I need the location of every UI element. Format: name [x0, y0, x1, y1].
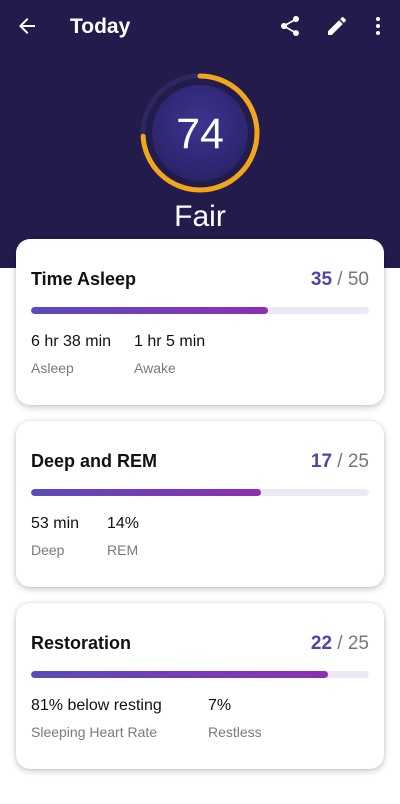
- score-value: 35: [310, 269, 333, 290]
- more-options-button[interactable]: [362, 12, 394, 44]
- awake-label: Awake: [134, 360, 176, 376]
- card-score: 35 / 50: [310, 269, 369, 290]
- card-title: Deep and REM: [31, 451, 158, 471]
- heart-rate-value: 81% below resting: [31, 697, 162, 714]
- sleep-score-ring: 74: [140, 73, 260, 193]
- heart-rate-label: Sleeping Heart Rate: [31, 724, 158, 740]
- score-value: 17: [310, 451, 333, 472]
- deep-label: Deep: [31, 542, 65, 558]
- edit-button[interactable]: [321, 12, 353, 44]
- card-restoration[interactable]: Restoration 22 / 25 81% below resting Sl…: [16, 603, 384, 769]
- sleep-score-value: 74: [176, 110, 224, 158]
- progress-bar: [31, 489, 369, 496]
- card-title: Restoration: [31, 633, 132, 653]
- awake-value: 1 hr 5 min: [134, 333, 206, 350]
- card-score: 17 / 25: [310, 451, 369, 472]
- restless-value: 7%: [208, 697, 232, 714]
- header: Today 74 Fair: [0, 0, 400, 268]
- restless-label: Restless: [208, 724, 262, 740]
- progress-bar: [31, 671, 369, 678]
- score-max: 50: [347, 269, 369, 290]
- page-title: Today: [70, 15, 131, 38]
- share-button[interactable]: [274, 12, 306, 44]
- deep-value: 53 min: [31, 515, 80, 532]
- pencil-icon: [325, 14, 349, 43]
- card-score: 22 / 25: [310, 633, 369, 654]
- rem-label: REM: [107, 542, 139, 558]
- arrow-back-icon: [15, 14, 39, 43]
- score-value: 22: [310, 633, 333, 654]
- share-icon: [278, 14, 302, 43]
- asleep-value: 6 hr 38 min: [31, 333, 112, 350]
- progress-bar-fill: [31, 307, 268, 314]
- score-max: 25: [347, 633, 369, 654]
- rem-value: 14%: [107, 515, 140, 532]
- progress-bar: [31, 307, 369, 314]
- card-title: Time Asleep: [31, 269, 137, 289]
- score-max: 25: [347, 451, 369, 472]
- progress-bar-fill: [31, 671, 329, 678]
- progress-bar-fill: [31, 489, 261, 496]
- sleep-score-label: Fair: [174, 200, 226, 233]
- app-bar: Today: [0, 0, 400, 56]
- card-time-asleep[interactable]: Time Asleep 35 / 50 6 hr 38 min Asleep 1…: [16, 239, 384, 405]
- back-button[interactable]: [11, 12, 43, 44]
- card-deep-rem[interactable]: Deep and REM 17 / 25 53 min Deep 14% REM: [16, 421, 384, 587]
- more-vert-icon: [366, 14, 390, 43]
- asleep-label: Asleep: [31, 360, 74, 376]
